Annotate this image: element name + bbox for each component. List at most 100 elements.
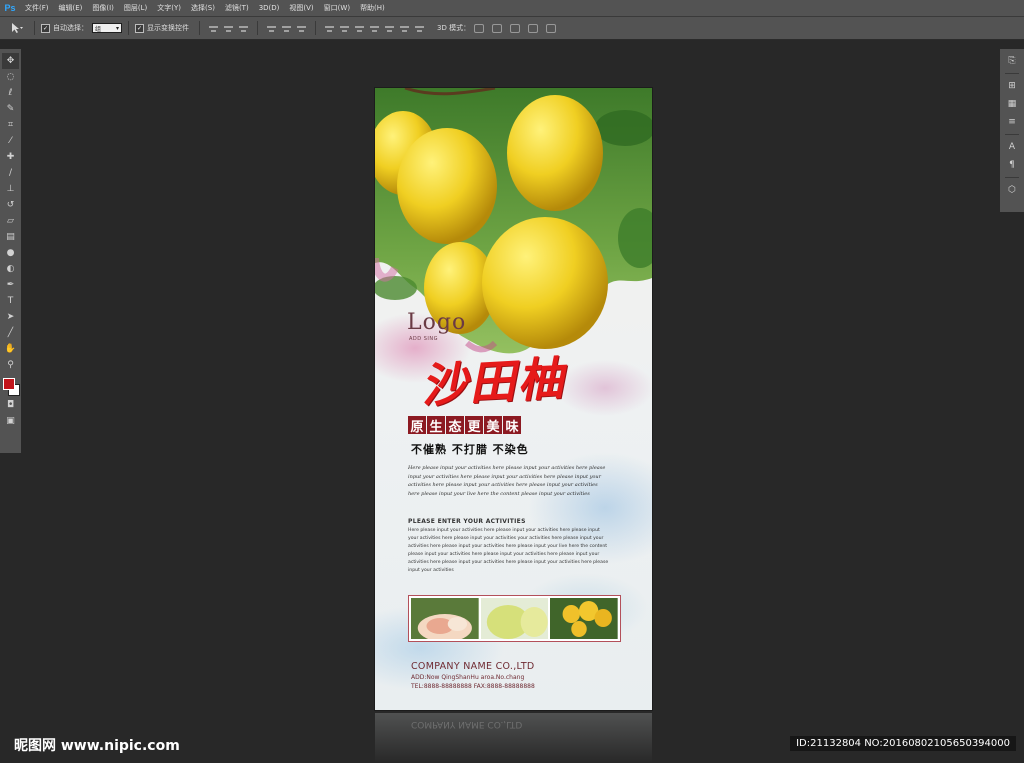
image-id-watermark: ID:21132804 NO:20160802105650394000 (790, 736, 1016, 751)
paragraph-panel-icon[interactable]: ¶ (1003, 156, 1021, 174)
healing-tool-icon[interactable]: ✚ (2, 149, 19, 165)
screen-mode-icon[interactable]: ▣ (2, 413, 19, 429)
slogan-char: 原 (408, 416, 426, 435)
menu-select[interactable]: 选择(S) (186, 3, 220, 13)
menu-edit[interactable]: 编辑(E) (54, 3, 88, 13)
hand-tool-icon[interactable]: ✋ (2, 341, 19, 357)
menu-help[interactable]: 帮助(H) (355, 3, 390, 13)
menu-type[interactable]: 文字(Y) (152, 3, 186, 13)
history-panel-icon[interactable]: ⎘ (1003, 52, 1021, 70)
menu-window[interactable]: 窗口(W) (319, 3, 355, 13)
tree-pomelo-image (550, 598, 619, 639)
distribute-left-icon[interactable] (370, 24, 379, 33)
character-panel-icon[interactable]: A (1003, 138, 1021, 156)
activities-title: PLEASE ENTER YOUR ACTIVITIES (408, 518, 526, 525)
photoshop-logo[interactable]: Ps (0, 0, 20, 16)
swatches-panel-icon[interactable]: ▦ (1003, 95, 1021, 113)
thumbnail-green-pomelo (480, 598, 549, 639)
thumbnail-strip (408, 595, 621, 642)
eraser-tool-icon[interactable]: ▱ (2, 213, 19, 229)
company-address: ADD:Now QingShanHu aroa.No.chang (411, 674, 525, 681)
company-tel-fax: TEL:8888-88888888 FAX:8888-88888888 (411, 682, 535, 690)
panel-dock: ⎘ ⊞ ▦ ≡ A ¶ ⬡ (1000, 49, 1024, 212)
slogan-char: 生 (427, 416, 445, 435)
type-tool-icon[interactable]: T (2, 293, 19, 309)
foreground-color-swatch[interactable] (3, 378, 15, 390)
menu-view[interactable]: 视图(V) (284, 3, 318, 13)
tools-panel: ✥ ◌ ℓ ✎ ⌗ ⁄ ✚ ∕ ⊥ ↺ ▱ ▤ ● ◐ ✒ T ➤ ╱ ✋ ⚲ … (0, 49, 21, 453)
reflection-text: COMPANY NAME CO.,LTD (411, 719, 523, 729)
shape-tool-icon[interactable]: ╱ (2, 325, 19, 341)
dodge-tool-icon[interactable]: ◐ (2, 261, 19, 277)
pen-tool-icon[interactable]: ✒ (2, 277, 19, 293)
slogan-char: 态 (446, 416, 464, 435)
stamp-tool-icon[interactable]: ⊥ (2, 181, 19, 197)
move-tool-preset-button[interactable] (6, 19, 28, 37)
quick-select-tool-icon[interactable]: ✎ (2, 101, 19, 117)
blur-tool-icon[interactable]: ● (2, 245, 19, 261)
distribute-vcenter-icon[interactable] (340, 24, 349, 33)
3d-pan-icon[interactable] (510, 23, 521, 33)
slogan-char: 美 (484, 416, 502, 435)
adjustments-panel-icon[interactable]: ≡ (1003, 113, 1021, 131)
distribute-hcenter-icon[interactable] (385, 24, 394, 33)
poster-logo: Logo (407, 310, 467, 335)
dock-divider (1005, 73, 1019, 74)
menu-bar: Ps 文件(F) 编辑(E) 图像(I) 图层(L) 文字(Y) 选择(S) 滤… (0, 0, 1024, 17)
gradient-tool-icon[interactable]: ▤ (2, 229, 19, 245)
slogan-char: 更 (465, 416, 483, 435)
marquee-tool-icon[interactable]: ◌ (2, 69, 19, 85)
align-right-icon[interactable] (297, 24, 306, 33)
crop-tool-icon[interactable]: ⌗ (2, 117, 19, 133)
auto-select-dropdown[interactable]: 组 ▾ (92, 23, 122, 33)
align-bottom-icon[interactable] (239, 24, 248, 33)
3d-slide-icon[interactable] (528, 23, 539, 33)
color-swatches[interactable] (2, 377, 20, 397)
poster-title: 沙田柚 (419, 351, 567, 413)
activities-body: Here please input your activities here p… (408, 528, 609, 573)
quick-mask-icon[interactable]: ◘ (2, 397, 19, 413)
options-bar: ✓ 自动选择： 组 ▾ ✓ 显示变换控件 3D 模式： (0, 17, 1024, 40)
document-canvas[interactable]: Logo ADD SING 沙田柚 原 生 态 更 美 味 不催熟 不打腊 不染… (375, 88, 652, 710)
options-divider (34, 21, 35, 35)
path-select-tool-icon[interactable]: ➤ (2, 309, 19, 325)
distribute-bottom-icon[interactable] (355, 24, 364, 33)
align-vcenter-icon[interactable] (224, 24, 233, 33)
show-transform-label: 显示变换控件 (147, 24, 189, 32)
eyedropper-tool-icon[interactable]: ⁄ (2, 133, 19, 149)
align-hcenter-icon[interactable] (282, 24, 291, 33)
3d-scale-icon[interactable] (546, 23, 557, 33)
auto-select-label: 自动选择： (53, 24, 88, 32)
thumbnail-peeled-pomelo (411, 598, 479, 639)
distribute-right-icon[interactable] (400, 24, 409, 33)
thumbnail-tree-pomelo (550, 598, 619, 639)
3d-panel-icon[interactable]: ⬡ (1003, 181, 1021, 199)
zoom-tool-icon[interactable]: ⚲ (2, 357, 19, 373)
distribute-top-icon[interactable] (325, 24, 334, 33)
poster-script-paragraph: Here please input your activities here p… (408, 465, 606, 497)
chevron-down-icon: ▾ (115, 24, 119, 32)
lasso-tool-icon[interactable]: ℓ (2, 85, 19, 101)
move-arrow-icon (12, 23, 23, 33)
menu-filter[interactable]: 滤镜(T) (220, 3, 254, 13)
properties-panel-icon[interactable]: ⊞ (1003, 77, 1021, 95)
options-divider (199, 21, 200, 35)
auto-select-checkbox[interactable]: ✓ (41, 23, 50, 33)
menu-layer[interactable]: 图层(L) (119, 3, 152, 13)
dock-divider (1005, 134, 1019, 135)
align-top-icon[interactable] (209, 24, 218, 33)
align-left-icon[interactable] (267, 24, 276, 33)
menu-file[interactable]: 文件(F) (20, 3, 54, 13)
canvas-reflection: COMPANY NAME CO.,LTD (375, 713, 652, 763)
green-pomelo-image (480, 598, 549, 639)
menu-image[interactable]: 图像(I) (87, 3, 119, 13)
move-tool-icon[interactable]: ✥ (2, 53, 19, 69)
3d-roll-icon[interactable] (492, 23, 503, 33)
menu-3d[interactable]: 3D(D) (254, 4, 285, 12)
history-brush-tool-icon[interactable]: ↺ (2, 197, 19, 213)
auto-align-icon[interactable] (415, 24, 424, 33)
show-transform-checkbox[interactable]: ✓ (135, 23, 144, 33)
brush-tool-icon[interactable]: ∕ (2, 165, 19, 181)
3d-rotate-icon[interactable] (474, 23, 485, 33)
company-name: COMPANY NAME CO.,LTD (411, 661, 535, 672)
